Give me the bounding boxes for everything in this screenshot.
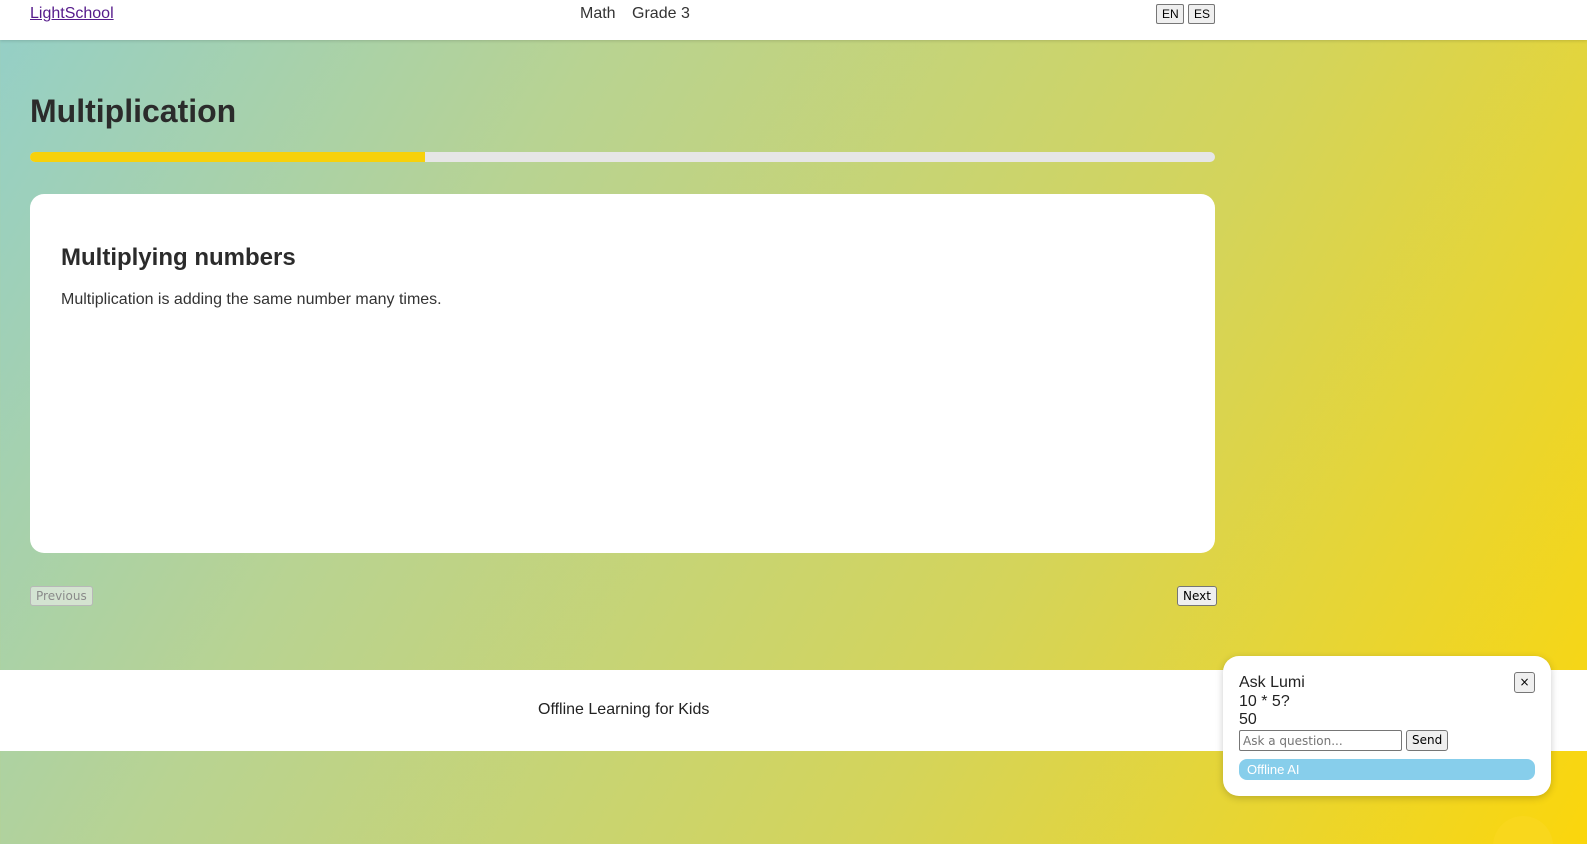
language-en-button[interactable]: EN [1156,4,1184,24]
page-title: Multiplication [30,93,237,129]
lesson-progress-bar [30,152,1215,162]
ask-lumi-panel: Ask Lumi × 10 * 5? 50 Send Offline AI [1223,656,1551,796]
card-heading: Multiplying numbers [61,244,296,271]
language-es-button[interactable]: ES [1188,4,1215,24]
close-icon[interactable]: × [1514,672,1535,693]
assistant-launcher-button[interactable] [1493,816,1553,844]
assistant-answer: 50 [1239,711,1257,728]
assistant-question: 10 * 5? [1239,693,1290,710]
next-button[interactable]: Next [1177,586,1217,606]
top-header: LightSchool Math Grade 3 EN ES [0,0,1587,40]
assistant-title: Ask Lumi [1239,674,1305,691]
brand-link[interactable]: LightSchool [30,5,114,23]
lesson-progress-fill [30,152,425,162]
subject-label: Math [580,5,616,22]
previous-button[interactable]: Previous [30,586,93,606]
breadcrumb: Math Grade 3 [580,5,702,23]
grade-label: Grade 3 [632,5,690,22]
footer-text: Offline Learning for Kids [538,701,710,718]
card-body-text: Multiplication is adding the same number… [61,291,442,308]
lesson-card: Multiplying numbers Multiplication is ad… [30,194,1215,553]
offline-ai-badge: Offline AI [1239,759,1535,780]
question-input[interactable] [1239,730,1402,751]
send-button[interactable]: Send [1406,730,1449,751]
